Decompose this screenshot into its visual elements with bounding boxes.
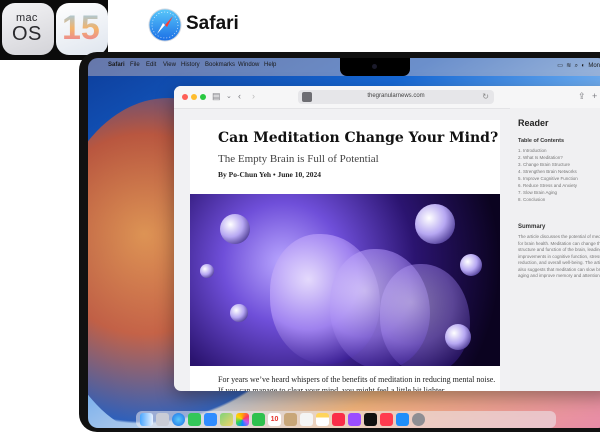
macbook-screen: Safari File Edit View History Bookmarks … [88,58,600,428]
summary-heading: Summary [518,224,546,230]
status-items: ▭ ≋ ⌕ ◐ Mon [557,62,600,70]
chevron-down-icon[interactable]: ⌄ [226,92,232,100]
hero-bubble [415,204,455,244]
menu-bookmarks[interactable]: Bookmarks [205,62,235,68]
menu-edit[interactable]: Edit [146,62,156,68]
menu-help[interactable]: Help [264,62,276,68]
toc-heading: Table of Contents [518,138,565,144]
hero-bubble [220,214,250,244]
safari-compass-icon [148,8,182,42]
forward-button[interactable]: › [252,91,255,101]
toc-item[interactable]: 8. Conclusion [518,197,545,202]
toc-item[interactable]: 7. Slow Brain Aging [518,190,557,195]
menu-history[interactable]: History [181,62,200,68]
article-body: For years we’ve heard whispers of the be… [218,375,496,391]
menu-safari[interactable]: Safari [108,62,125,68]
toc-item[interactable]: 4. Strengthen Brain Networks [518,169,577,174]
control-center-icon[interactable]: ◐ [581,63,585,69]
version-logo: 15 [56,3,108,55]
article-byline: By Po-Chun Yeh • June 10, 2024 [218,170,321,179]
macos-badge: mac OS 15 [0,0,108,60]
toc-item[interactable]: 5. Improve Cognitive Function [518,176,578,181]
close-window-button[interactable] [182,94,188,100]
reader-sidebar: Reader Table of Contents 1. Introduction… [510,108,600,391]
new-tab-icon[interactable]: + [592,91,597,101]
macos-logo: mac OS [2,3,54,55]
wifi-icon[interactable]: ≋ [566,63,571,69]
menu-view[interactable]: View [163,62,176,68]
reader-title: Reader [518,118,549,128]
share-icon[interactable]: ⇪ [578,91,586,102]
safari-title: Safari [186,13,239,34]
toc-item[interactable]: 6. Reduce Stress and Anxiety [518,183,577,188]
battery-icon[interactable]: ▭ [557,63,563,69]
article-hero-image [190,194,500,366]
article-subtitle: The Empty Brain is Full of Potential [218,153,379,165]
address-bar[interactable]: thegranularnews.com ↻ [298,90,494,104]
hero-head-shape [380,264,470,366]
article-title: Can Meditation Change Your Mind? [218,130,499,146]
reload-icon[interactable]: ↻ [482,92,489,101]
minimize-window-button[interactable] [191,94,197,100]
sidebar-toggle-icon[interactable]: ▤ [212,91,221,102]
hero-bubble [230,304,248,322]
menu-file[interactable]: File [130,62,140,68]
search-icon[interactable]: ⌕ [575,63,578,69]
toc-item[interactable]: 3. Change Brain Structure [518,162,570,167]
back-button[interactable]: ‹ [238,91,241,101]
toc-item[interactable]: 1. Introduction [518,148,547,153]
macos-large-text: OS [12,23,42,45]
menu-clock[interactable]: Mon [588,63,600,69]
hero-bubble [200,264,214,278]
safari-window: ▤ ⌄ ‹ › thegranularnews.com ↻ ⇪ + Can Me… [174,86,600,391]
menu-window[interactable]: Window [238,62,259,68]
summary-text: The article discusses the potential of m… [518,234,600,278]
article-view: Can Meditation Change Your Mind? The Emp… [190,120,500,391]
camera-notch [340,58,410,76]
hero-bubble [445,324,471,350]
toc-item[interactable]: 2. What Is Meditation? [518,155,563,160]
camera-icon [372,64,377,69]
safari-toolbar: ▤ ⌄ ‹ › thegranularnews.com ↻ ⇪ + [174,86,600,109]
version-number: 15 [62,9,100,47]
address-url: thegranularnews.com [367,93,425,99]
zoom-window-button[interactable] [200,94,206,100]
hero-bubble [460,254,482,276]
